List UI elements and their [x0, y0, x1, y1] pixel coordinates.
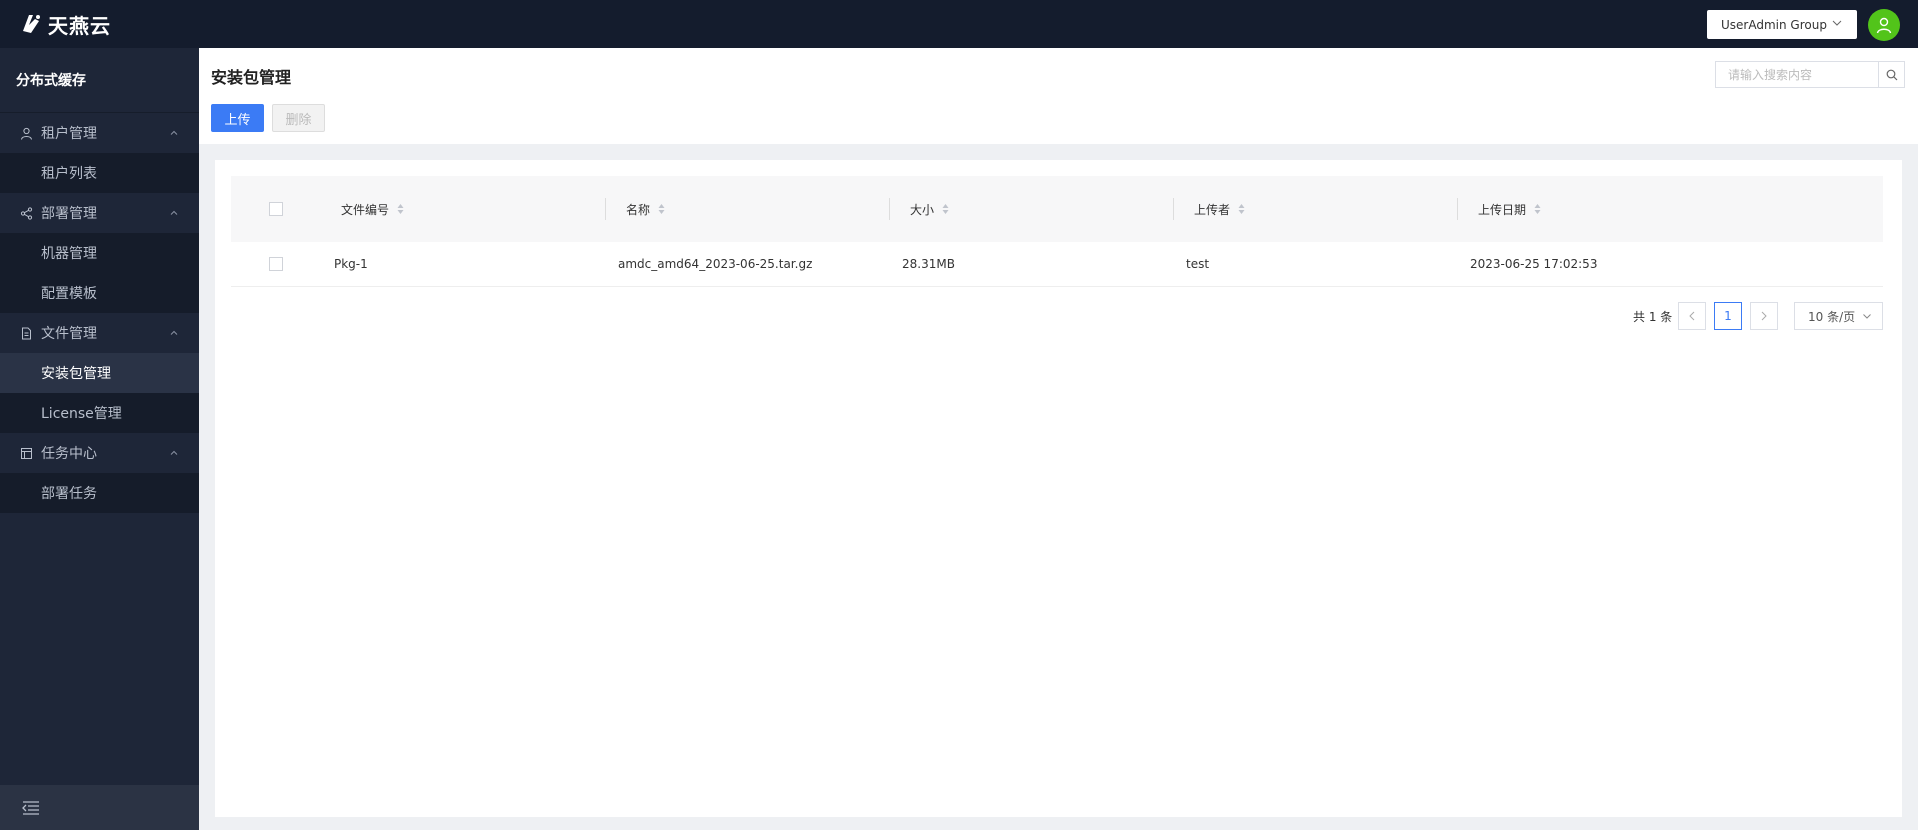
package-table: 文件编号 名称 大小 上传者 上传日期 Pkg-1 amdc_amd64_202…	[231, 176, 1883, 287]
column-header-label: 文件编号	[341, 202, 390, 217]
table-row[interactable]: Pkg-1 amdc_amd64_2023-06-25.tar.gz 28.31…	[231, 242, 1883, 287]
task-icon	[21, 447, 32, 459]
brand-name: 天燕云	[48, 13, 111, 38]
page-button-current[interactable]: 1	[1714, 302, 1742, 330]
cell-uploader: test	[1186, 257, 1210, 271]
column-header-name[interactable]: 名称	[626, 201, 665, 218]
page-title: 安装包管理	[211, 68, 292, 87]
page-size-value: 10 条/页	[1808, 309, 1856, 324]
row-checkbox[interactable]	[269, 257, 283, 271]
sidebar-group-deploy[interactable]: 部署管理	[0, 193, 199, 233]
sidebar-group-label: 任务中心	[41, 446, 97, 462]
column-header-uploader[interactable]: 上传者	[1194, 201, 1245, 218]
sidebar-item-package-management[interactable]: 安装包管理	[0, 353, 199, 393]
user-avatar-icon	[1876, 17, 1892, 34]
content-card: 文件编号 名称 大小 上传者 上传日期 Pkg-1 amdc_amd64_202…	[215, 160, 1902, 817]
sidebar-group-label: 部署管理	[41, 206, 97, 222]
file-icon	[22, 327, 31, 339]
brand-logo-icon	[23, 15, 40, 33]
next-page-button[interactable]	[1750, 302, 1778, 330]
column-header-label: 大小	[910, 202, 935, 217]
sidebar-group-file[interactable]: 文件管理	[0, 313, 199, 353]
user-group-value: UserAdmin Group	[1721, 17, 1827, 32]
column-divider[interactable]	[889, 198, 890, 220]
cell-upload-date: 2023-06-25 17:02:53	[1470, 257, 1598, 271]
column-divider[interactable]	[1173, 198, 1174, 220]
upload-button[interactable]: 上传	[211, 104, 264, 132]
sidebar-item-machine-management[interactable]: 机器管理	[0, 233, 199, 273]
chevron-up-icon	[170, 210, 178, 215]
prev-page-button[interactable]	[1678, 302, 1706, 330]
column-divider[interactable]	[605, 198, 606, 220]
sidebar-collapse-button[interactable]	[0, 785, 199, 830]
column-header-upload-date[interactable]: 上传日期	[1478, 201, 1541, 218]
column-header-label: 名称	[626, 202, 651, 217]
select-all-checkbox[interactable]	[269, 202, 283, 216]
sidebar-item-config-template[interactable]: 配置模板	[0, 273, 199, 313]
cell-name: amdc_amd64_2023-06-25.tar.gz	[618, 257, 813, 271]
brand-logo[interactable]: 天燕云	[18, 10, 111, 39]
user-group-select[interactable]: UserAdmin Group	[1707, 10, 1857, 39]
page-size-select[interactable]: 10 条/页	[1794, 302, 1883, 330]
table-header: 文件编号 名称 大小 上传者 上传日期	[231, 176, 1883, 242]
sidebar-group-tenant[interactable]: 租户管理	[0, 113, 199, 153]
column-header-label: 上传者	[1194, 202, 1231, 217]
sort-icon	[1238, 204, 1245, 214]
sidebar-item-tenant-list[interactable]: 租户列表	[0, 153, 199, 193]
chevron-down-icon	[1863, 314, 1871, 319]
collapse-menu-icon	[22, 800, 39, 815]
sort-icon	[942, 204, 949, 214]
sidebar-item-license-management[interactable]: License管理	[0, 393, 199, 433]
sidebar-group-label: 文件管理	[41, 326, 97, 342]
sidebar-item-deploy-task[interactable]: 部署任务	[0, 473, 199, 513]
column-header-file-id[interactable]: 文件编号	[341, 201, 404, 218]
delete-button[interactable]: 删除	[272, 104, 325, 132]
chevron-up-icon	[170, 450, 178, 455]
column-divider[interactable]	[1457, 198, 1458, 220]
cell-size: 28.31MB	[902, 257, 955, 271]
sidebar-title: 分布式缓存	[0, 48, 199, 113]
top-navbar: 天燕云 UserAdmin Group	[0, 0, 1918, 48]
sidebar-group-task[interactable]: 任务中心	[0, 433, 199, 473]
user-icon	[21, 127, 32, 140]
chevron-down-icon	[1832, 20, 1842, 26]
pagination-total: 共 1 条	[1633, 310, 1673, 324]
search-button[interactable]	[1878, 62, 1904, 87]
search-input[interactable]	[1716, 62, 1878, 87]
chevron-up-icon	[170, 330, 178, 335]
page-header: 安装包管理 上传 删除	[199, 48, 1918, 144]
sidebar-group-label: 租户管理	[41, 126, 97, 142]
search-icon	[1886, 69, 1897, 80]
sort-icon	[658, 204, 665, 214]
column-header-size[interactable]: 大小	[910, 201, 949, 218]
column-header-label: 上传日期	[1478, 202, 1527, 217]
cell-file-id: Pkg-1	[334, 257, 368, 271]
search-box	[1715, 61, 1905, 88]
chevron-right-icon	[1761, 311, 1767, 321]
chevron-left-icon	[1689, 311, 1695, 321]
sidebar: 分布式缓存 租户管理 租户列表 部署管理 机器管理 配置模板 文件管理 安装包管…	[0, 48, 199, 830]
sort-icon	[397, 204, 404, 214]
chevron-up-icon	[170, 130, 178, 135]
avatar[interactable]	[1868, 9, 1900, 41]
share-icon	[20, 206, 33, 220]
sort-icon	[1534, 204, 1541, 214]
